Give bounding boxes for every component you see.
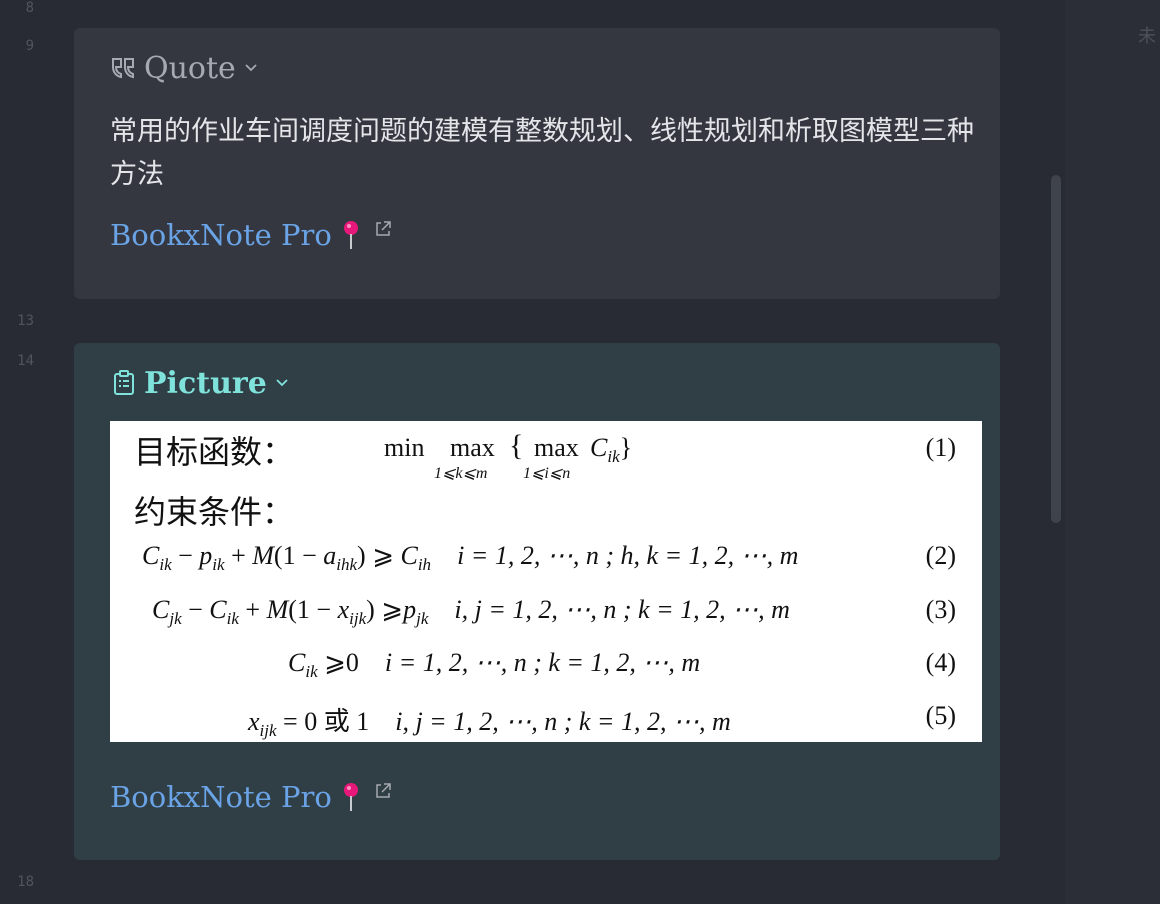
quote-icon	[110, 54, 138, 82]
objective-max-inner: max	[534, 433, 579, 462]
source-link[interactable]: BookxNote Pro	[110, 218, 332, 252]
chevron-down-icon[interactable]	[244, 61, 258, 75]
callout-title-text: Picture	[144, 365, 267, 401]
callout-title-text: Quote	[144, 50, 236, 86]
equation-number: (1)	[925, 433, 956, 462]
objective-range-i: 1⩽i⩽n	[523, 465, 571, 482]
right-panel: 未	[1065, 0, 1160, 904]
pin-icon[interactable]	[342, 781, 360, 813]
equation-5: xijk = 0 或 1 i, j = 1, 2, ⋯, n ; k = 1, …	[248, 707, 731, 740]
equation-number: (3)	[925, 595, 956, 624]
clipboard-icon	[110, 369, 138, 397]
external-link-icon[interactable]	[374, 220, 392, 238]
objective-max-outer: max	[450, 433, 495, 462]
objective-term: Cik}	[590, 433, 633, 466]
objective-min: min	[384, 433, 425, 462]
right-panel-text: 未	[1138, 26, 1156, 47]
objective-label: 目标函数：	[134, 433, 295, 471]
equation-number: (4)	[925, 648, 956, 677]
source-link-row: BookxNote Pro	[110, 780, 392, 814]
callout-title[interactable]: Quote	[110, 50, 258, 86]
picture-callout: Picture 目标函数： min max 1⩽k⩽m { max 1⩽i⩽n …	[74, 343, 1000, 860]
callout-title[interactable]: Picture	[110, 365, 289, 401]
external-link-icon[interactable]	[374, 782, 392, 800]
vertical-scrollbar[interactable]	[1051, 175, 1061, 523]
editor-pane: 8 9 13 14 18 Quote 常用的作业车间调度问题的建模有整数规划、线…	[0, 0, 1065, 904]
quote-callout: Quote 常用的作业车间调度问题的建模有整数规划、线性规划和析取图模型三种方法…	[74, 28, 1000, 299]
equation-number: (2)	[925, 541, 956, 570]
line-number: 14	[17, 353, 34, 369]
quote-text: 常用的作业车间调度问题的建模有整数规划、线性规划和析取图模型三种方法	[110, 116, 974, 190]
equation-3: Cjk − Cik + M(1 − xijk) ⩾pjk i, j = 1, 2…	[152, 595, 790, 628]
source-link[interactable]: BookxNote Pro	[110, 780, 332, 814]
line-number: 9	[25, 38, 34, 54]
chevron-down-icon[interactable]	[275, 376, 289, 390]
line-number: 18	[17, 874, 34, 890]
formula-image: 目标函数： min max 1⩽k⩽m { max 1⩽i⩽n Cik} (1)…	[110, 421, 982, 742]
equation-4: Cik ⩾0 i = 1, 2, ⋯, n ; k = 1, 2, ⋯, m	[288, 648, 701, 681]
equation-2: Cik − pik + M(1 − aihk) ⩾ Cih i = 1, 2, …	[142, 541, 799, 574]
objective-brace: {	[509, 429, 524, 462]
equation-number: (5)	[925, 701, 956, 730]
pin-icon[interactable]	[342, 219, 360, 251]
line-number: 13	[17, 313, 34, 329]
source-link-row: BookxNote Pro	[110, 218, 392, 252]
objective-range-k: 1⩽k⩽m	[434, 465, 488, 482]
constraint-label: 约束条件：	[134, 493, 295, 531]
line-number: 8	[25, 0, 34, 16]
